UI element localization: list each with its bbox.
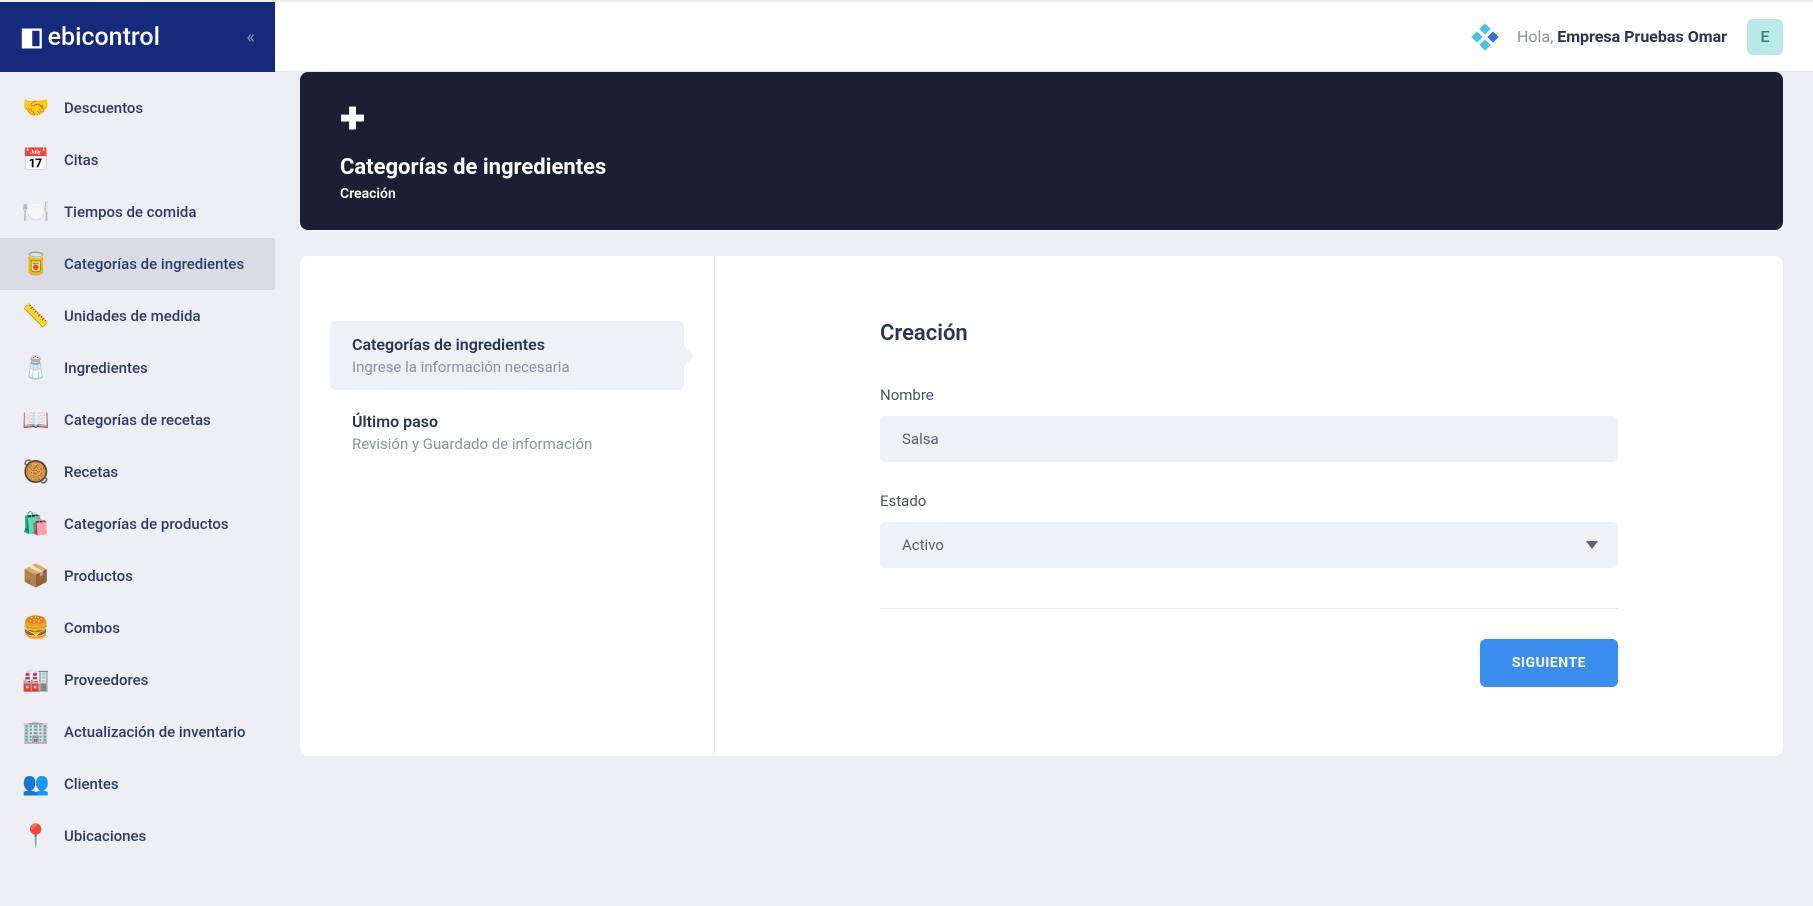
product-category-icon: 🛍️: [22, 510, 50, 538]
sidebar-item-label: Recetas: [64, 463, 118, 481]
sidebar-item-tiempos[interactable]: 🍽️ Tiempos de comida: [0, 186, 275, 238]
calendar-icon: 📅: [22, 146, 50, 174]
logo-text: ebicontrol: [48, 23, 160, 52]
content-card: Categorías de ingredientes Ingrese la in…: [300, 256, 1783, 756]
step-desc: Revisión y Guardado de información: [352, 435, 662, 453]
sidebar-item-label: Actualización de inventario: [64, 723, 246, 741]
steps-panel: Categorías de ingredientes Ingrese la in…: [300, 256, 715, 756]
avatar[interactable]: E: [1747, 19, 1783, 55]
location-icon: 📍: [22, 822, 50, 850]
next-button[interactable]: SIGUIENTE: [1480, 639, 1618, 687]
sidebar-item-label: Combos: [64, 619, 120, 637]
step-categorias[interactable]: Categorías de ingredientes Ingrese la in…: [330, 321, 684, 390]
sidebar-item-combos[interactable]: 🍔 Combos: [0, 602, 275, 654]
sidebar-item-categorias-productos[interactable]: 🛍️ Categorías de productos: [0, 498, 275, 550]
main-content: ✚ Categorías de ingredientes Creación Ca…: [300, 72, 1783, 756]
form-actions: SIGUIENTE: [880, 639, 1618, 687]
step-ultimo[interactable]: Último paso Revisión y Guardado de infor…: [330, 398, 684, 467]
logo[interactable]: ◧ ebicontrol: [20, 22, 160, 52]
sidebar-item-label: Tiempos de comida: [64, 203, 196, 221]
form-title: Creación: [880, 321, 1618, 346]
sidebar-item-inventario[interactable]: 🏢 Actualización de inventario: [0, 706, 275, 758]
topbar: Hola, Empresa Pruebas Omar E: [275, 2, 1813, 72]
page-header-card: ✚ Categorías de ingredientes Creación: [300, 72, 1783, 230]
sidebar-nav: 🤝 Descuentos 📅 Citas 🍽️ Tiempos de comid…: [0, 72, 275, 862]
sidebar-item-label: Citas: [64, 151, 98, 169]
sidebar-item-label: Categorías de ingredientes: [64, 255, 244, 273]
greeting-prefix: Hola,: [1517, 27, 1557, 46]
sidebar-item-label: Proveedores: [64, 671, 148, 689]
combo-icon: 🍔: [22, 614, 50, 642]
user-greeting: Hola, Empresa Pruebas Omar: [1517, 27, 1727, 46]
supplier-icon: 🏭: [22, 666, 50, 694]
inventory-icon: 🏢: [22, 718, 50, 746]
sidebar-item-proveedores[interactable]: 🏭 Proveedores: [0, 654, 275, 706]
name-label: Nombre: [880, 386, 1618, 404]
ingredient-category-icon: 🥫: [22, 250, 50, 278]
step-title: Último paso: [352, 412, 662, 431]
sidebar-item-ubicaciones[interactable]: 📍 Ubicaciones: [0, 810, 275, 862]
sidebar-item-ingredientes[interactable]: 🧂 Ingredientes: [0, 342, 275, 394]
recipe-category-icon: 📖: [22, 406, 50, 434]
sidebar-item-categorias-recetas[interactable]: 📖 Categorías de recetas: [0, 394, 275, 446]
form-group-estado: Estado Activo: [880, 492, 1618, 568]
sidebar-item-label: Unidades de medida: [64, 307, 201, 325]
collapse-sidebar-button[interactable]: «: [247, 27, 255, 48]
sidebar-item-descuentos[interactable]: 🤝 Descuentos: [0, 82, 275, 134]
meal-icon: 🍽️: [22, 198, 50, 226]
sidebar-header: ◧ ebicontrol «: [0, 2, 275, 72]
sidebar: ◧ ebicontrol « 🤝 Descuentos 📅 Citas 🍽️ T…: [0, 2, 275, 906]
form-panel: Creación Nombre Estado Activo SIGUIENTE: [715, 256, 1783, 756]
sidebar-item-recetas[interactable]: 🥘 Recetas: [0, 446, 275, 498]
sidebar-item-categorias-ingredientes[interactable]: 🥫 Categorías de ingredientes: [0, 238, 275, 290]
sidebar-item-unidades[interactable]: 📏 Unidades de medida: [0, 290, 275, 342]
product-icon: 📦: [22, 562, 50, 590]
clients-icon: 👥: [22, 770, 50, 798]
measure-icon: 📏: [22, 302, 50, 330]
step-title: Categorías de ingredientes: [352, 335, 662, 354]
sidebar-item-label: Descuentos: [64, 99, 143, 117]
sidebar-item-clientes[interactable]: 👥 Clientes: [0, 758, 275, 810]
ingredient-icon: 🧂: [22, 354, 50, 382]
sidebar-item-label: Ubicaciones: [64, 827, 146, 845]
form-group-nombre: Nombre: [880, 386, 1618, 462]
sidebar-item-citas[interactable]: 📅 Citas: [0, 134, 275, 186]
user-name: Empresa Pruebas Omar: [1557, 27, 1727, 46]
sidebar-item-label: Clientes: [64, 775, 119, 793]
step-desc: Ingrese la información necesaria: [352, 358, 662, 376]
sidebar-item-productos[interactable]: 📦 Productos: [0, 550, 275, 602]
sidebar-item-label: Productos: [64, 567, 133, 585]
recipe-icon: 🥘: [22, 458, 50, 486]
form-divider: [880, 608, 1618, 609]
sidebar-item-label: Ingredientes: [64, 359, 148, 377]
sidebar-item-label: Categorías de productos: [64, 515, 229, 533]
status-select[interactable]: Activo: [880, 522, 1618, 568]
page-title: Categorías de ingredientes: [340, 155, 1743, 180]
name-input[interactable]: [880, 416, 1618, 462]
page-subtitle: Creación: [340, 186, 1743, 202]
plus-icon: ✚: [340, 102, 1743, 137]
status-label: Estado: [880, 492, 1618, 510]
apps-launcher-icon[interactable]: [1473, 25, 1497, 49]
sidebar-item-label: Categorías de recetas: [64, 411, 211, 429]
logo-icon: ◧: [20, 22, 44, 52]
discount-icon: 🤝: [22, 94, 50, 122]
